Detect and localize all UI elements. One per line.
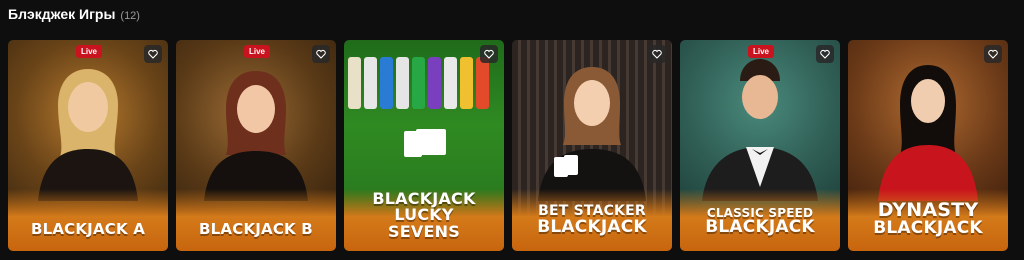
game-title-line: BLACKJACK [537, 217, 647, 238]
game-grid: Live BLACKJACK A Live BLACKJACK B BLACKJ… [8, 40, 1008, 251]
heart-icon [652, 49, 662, 59]
game-title-line: BLACKJACK [873, 218, 983, 238]
live-badge: Live [244, 45, 271, 58]
chips-and-cards-image [348, 57, 489, 157]
dealer-image [538, 67, 646, 201]
game-title-line: BLACKJACK A [30, 220, 146, 238]
game-card-classic-speed-blackjack[interactable]: Live CLASSIC SPEED BLACKJACK [680, 40, 840, 251]
heart-icon [484, 49, 494, 59]
heart-icon [148, 49, 158, 59]
game-card-blackjack-lucky-sevens[interactable]: BLACKJACK LUCKY SEVENS [344, 40, 504, 251]
dealer-image [702, 59, 818, 201]
game-title: CLASSIC SPEED BLACKJACK [680, 206, 840, 238]
section-title: Блэкджек Игры [8, 6, 116, 22]
heart-icon [820, 49, 830, 59]
favorite-button[interactable] [984, 45, 1002, 63]
live-badge: Live [76, 45, 103, 58]
live-badge: Live [748, 45, 775, 58]
game-card-blackjack-b[interactable]: Live BLACKJACK B [176, 40, 336, 251]
favorite-button[interactable] [480, 45, 498, 63]
favorite-button[interactable] [816, 45, 834, 63]
favorite-button[interactable] [312, 45, 330, 63]
game-card-dynasty-blackjack[interactable]: DYNASTY BLACKJACK [848, 40, 1008, 251]
section-header: Блэкджек Игры (12) [8, 6, 140, 26]
favorite-button[interactable] [648, 45, 666, 63]
favorite-button[interactable] [144, 45, 162, 63]
dealer-image [878, 65, 978, 201]
dealer-image [38, 69, 138, 201]
heart-icon [988, 49, 998, 59]
dealer-image [204, 71, 308, 201]
heart-icon [316, 49, 326, 59]
game-card-bet-stacker-blackjack[interactable]: BET STACKER BLACKJACK [512, 40, 672, 251]
game-title: BLACKJACK LUCKY SEVENS [344, 190, 504, 242]
game-title-line: SEVENS [388, 222, 460, 242]
game-title-line: BLACKJACK B [199, 220, 313, 238]
game-title: BLACKJACK A [8, 222, 168, 237]
game-title: BET STACKER BLACKJACK [512, 204, 672, 237]
game-title: BLACKJACK B [176, 222, 336, 237]
game-card-blackjack-a[interactable]: Live BLACKJACK A [8, 40, 168, 251]
game-count: (12) [120, 10, 140, 22]
game-title-line: BLACKJACK [705, 217, 815, 238]
game-title: DYNASTY BLACKJACK [848, 201, 1008, 237]
